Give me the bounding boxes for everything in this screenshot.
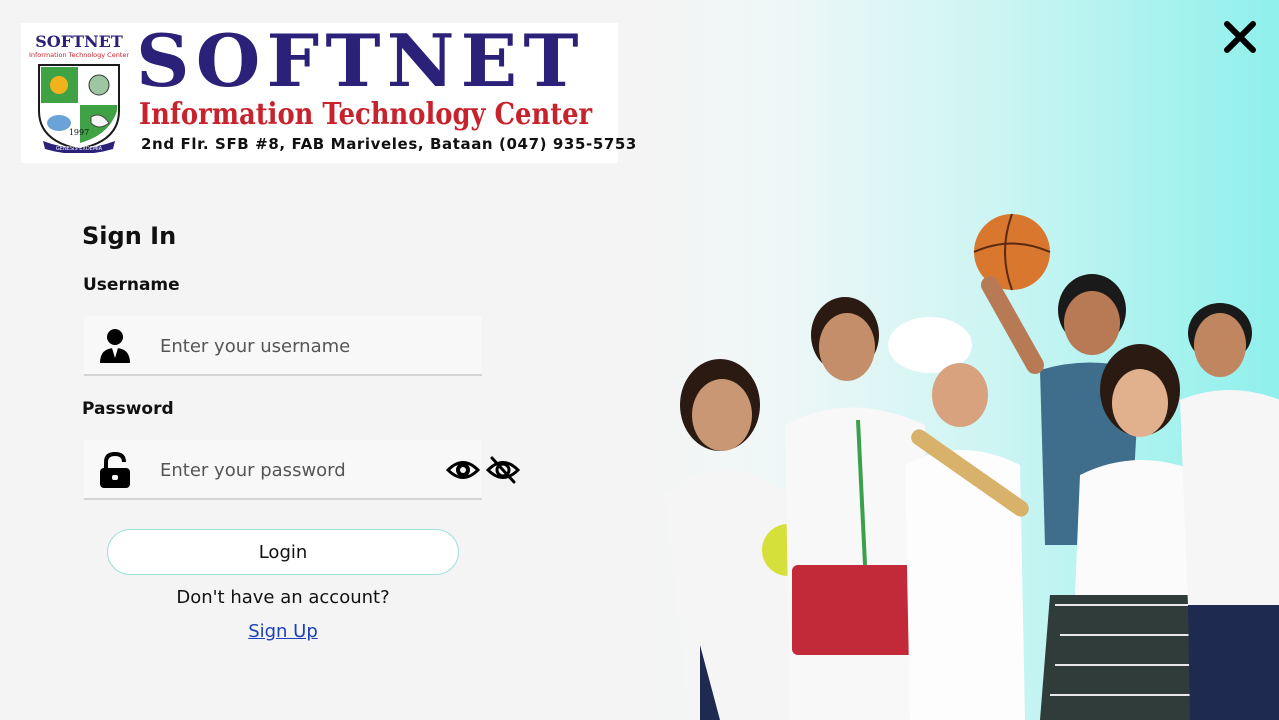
sign-up-link[interactable]: Sign Up — [107, 621, 459, 642]
login-button[interactable]: Login — [107, 529, 459, 575]
svg-text:SOFTNET: SOFTNET — [35, 32, 123, 51]
logo-wordmark: SOFTNET — [136, 18, 585, 103]
no-account-text: Don't have an account? — [176, 587, 390, 608]
svg-text:1997: 1997 — [69, 128, 89, 137]
svg-text:GENESIS EXDEMIA: GENESIS EXDEMIA — [56, 146, 103, 152]
username-field — [84, 316, 482, 376]
page-title: Sign In — [82, 222, 177, 250]
logo-subtitle: Information Technology Center — [139, 97, 593, 132]
close-icon[interactable] — [1222, 18, 1258, 56]
students-photo — [665, 213, 1279, 720]
password-field — [84, 440, 482, 500]
unlock-icon — [100, 452, 130, 488]
svg-text:Information Technology Center: Information Technology Center — [29, 51, 129, 59]
password-label: Password — [82, 399, 174, 419]
logo-address: 2nd Flr. SFB #8, FAB Mariveles, Bataan (… — [141, 135, 637, 153]
softnet-seal: SOFTNET Information Technology Center 19… — [29, 32, 129, 153]
softnet-logo: SOFTNET Information Technology Center 19… — [21, 18, 636, 163]
username-input[interactable] — [158, 330, 462, 362]
username-label: Username — [83, 275, 180, 295]
eye-icon[interactable] — [446, 453, 480, 487]
user-icon — [100, 329, 130, 363]
password-input[interactable] — [158, 454, 462, 486]
hero-image-panel — [640, 0, 1279, 720]
eye-slash-icon[interactable] — [486, 453, 520, 487]
